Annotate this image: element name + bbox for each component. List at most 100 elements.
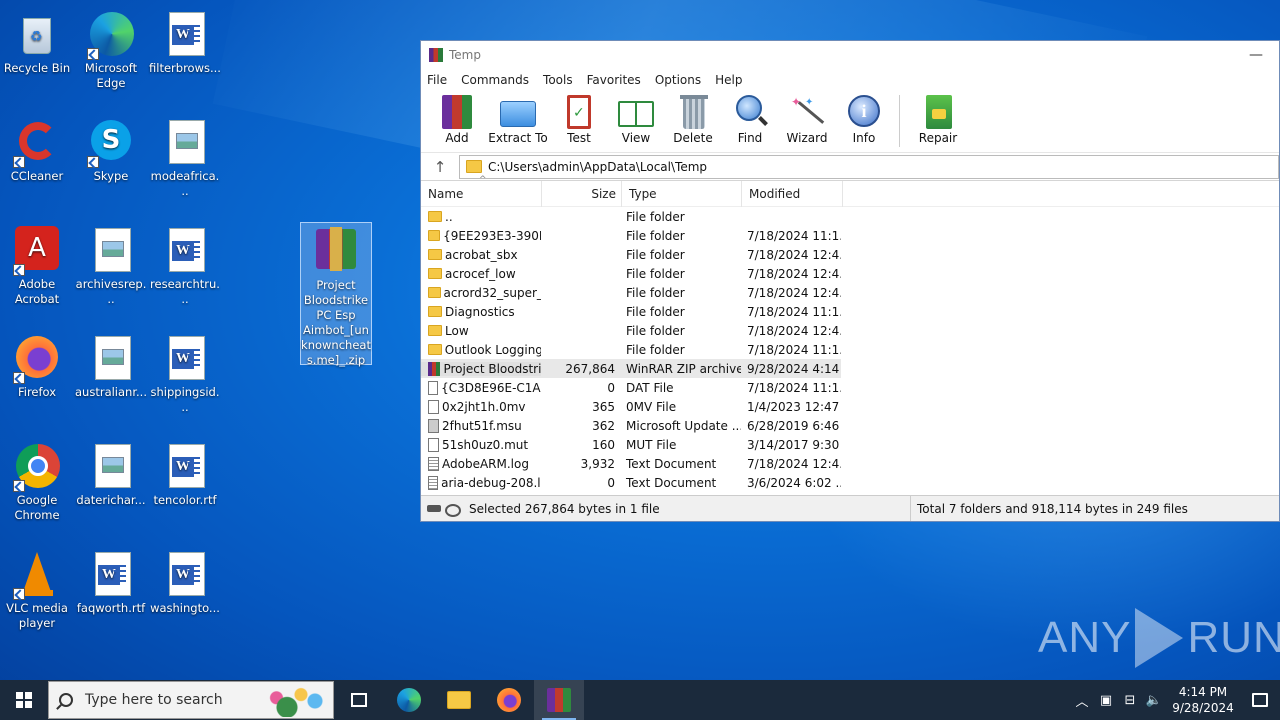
file-row[interactable]: {C3D8E96E-C1A... 0 DAT File 7/18/2024 11:1.… <box>421 378 1279 397</box>
file-row[interactable]: 51sh0uz0.mut 160 MUT File 3/14/2017 9:30 ..… <box>421 435 1279 454</box>
file-icon <box>428 399 439 414</box>
taskbar-edge-button[interactable] <box>384 680 434 720</box>
file-name-cell: acrord32_super_... <box>421 286 541 300</box>
clock[interactable]: 4:14 PM 9/28/2024 <box>1166 684 1240 716</box>
file-modified: 7/18/2024 12:4... <box>747 323 841 338</box>
find-magnifier-icon <box>732 95 768 129</box>
taskbar-file-explorer-button[interactable] <box>434 680 484 720</box>
adobe-acrobat-desktop-icon[interactable]: A Adobe Acrobat <box>1 222 73 307</box>
view-button[interactable]: View <box>608 91 664 145</box>
taskbar-firefox-button[interactable] <box>484 680 534 720</box>
firefox-icon <box>497 688 521 712</box>
winrar-icon <box>547 688 571 712</box>
watermark-right-text: RUN <box>1187 613 1280 662</box>
file-row[interactable]: Low File folder 7/18/2024 12:4... <box>421 321 1279 340</box>
file-row[interactable]: .. File folder <box>421 207 1279 226</box>
path-field[interactable]: C:\Users\admin\AppData\Local\Temp <box>459 154 1279 179</box>
sort-indicator-icon: ^ <box>479 175 487 185</box>
up-arrow-icon[interactable]: ↑ <box>421 158 459 176</box>
menu-favorites[interactable]: Favorites <box>587 73 641 87</box>
file-list-header: ^ Name Size Type Modified <box>421 175 1279 207</box>
extract-to-label: Extract To <box>488 131 548 145</box>
file-row[interactable]: {9EE293E3-390D... File folder 7/18/2024 11… <box>421 226 1279 245</box>
image-file-icon <box>87 226 135 274</box>
taskbar-winrar-button[interactable] <box>534 680 584 720</box>
recycle-bin-desktop-icon[interactable]: ♻ Recycle Bin <box>1 6 73 76</box>
notification-button[interactable] <box>1240 693 1280 707</box>
chevron-up-icon[interactable]: ︿ <box>1070 691 1094 710</box>
archivesrep-desktop-icon[interactable]: archivesrep... <box>75 222 147 307</box>
info-button[interactable]: i Info <box>836 91 892 145</box>
file-name: Low <box>445 323 469 338</box>
view-label: View <box>621 131 651 145</box>
file-modified: 9/28/2024 4:14 ... <box>747 361 841 376</box>
file-row[interactable]: Diagnostics File folder 7/18/2024 11:1... <box>421 302 1279 321</box>
minimize-button[interactable]: — <box>1233 47 1279 63</box>
menu-commands[interactable]: Commands <box>461 73 529 87</box>
australianr-desktop-icon[interactable]: australianr... <box>75 330 147 400</box>
menu-options[interactable]: Options <box>655 73 701 87</box>
faqworth-desktop-icon[interactable]: W faqworth.rtf <box>75 546 147 616</box>
file-row[interactable]: 2fhut51f.msu 362 Microsoft Update ... 6/28/… <box>421 416 1279 435</box>
windows-logo-icon <box>16 692 32 708</box>
skype-icon: S <box>87 118 135 168</box>
status-bar: Selected 267,864 bytes in 1 file Total 7… <box>421 495 1279 521</box>
file-type: 0MV File <box>626 399 677 414</box>
ccleaner-desktop-icon[interactable]: CCleaner <box>1 114 73 184</box>
delete-button[interactable]: Delete <box>665 91 721 145</box>
file-name: {C3D8E96E-C1A... <box>441 380 541 395</box>
file-name-cell: .. <box>421 210 541 224</box>
daterichar-desktop-icon[interactable]: daterichar... <box>75 438 147 508</box>
repair-button[interactable]: Repair <box>910 91 966 145</box>
file-row[interactable]: Outlook Logging File folder 7/18/2024 11:1… <box>421 340 1279 359</box>
file-row[interactable]: aria-debug-208.l... 0 Text Document 3/6/202… <box>421 473 1279 492</box>
firefox-desktop-icon[interactable]: Firefox <box>1 330 73 400</box>
toolbar-separator <box>899 95 900 147</box>
add-button[interactable]: Add <box>429 91 485 145</box>
file-row[interactable]: acrord32_super_... File folder 7/18/2024 1… <box>421 283 1279 302</box>
google-chrome-desktop-icon[interactable]: Google Chrome <box>1 438 73 523</box>
edge-desktop-icon[interactable]: Microsoft Edge <box>75 6 147 91</box>
volume-icon[interactable]: 🔈 <box>1142 693 1166 708</box>
title-bar[interactable]: Temp — <box>421 41 1279 69</box>
file-row[interactable]: acrobat_sbx File folder 7/18/2024 12:4... <box>421 245 1279 264</box>
task-view-button[interactable] <box>334 680 384 720</box>
column-type[interactable]: Type <box>622 180 742 207</box>
file-row[interactable]: Project Bloodstri... 267,864 WinRAR ZIP ar… <box>421 359 841 378</box>
column-modified[interactable]: Modified <box>742 180 843 207</box>
menu-help[interactable]: Help <box>715 73 742 87</box>
project-bloodstrike-zip-desktop-icon[interactable]: Project Bloodstrike PC Esp Aimbot_[unkno… <box>300 222 372 367</box>
column-size[interactable]: Size <box>542 180 622 207</box>
skype-desktop-icon[interactable]: S Skype <box>75 114 147 184</box>
file-row[interactable]: AdobeARM.log 3,932 Text Document 7/18/2024 … <box>421 454 1279 473</box>
menu-file[interactable]: File <box>427 73 447 87</box>
washingto-desktop-icon[interactable]: W washingto... <box>149 546 221 616</box>
word-document-icon: W <box>161 10 209 58</box>
file-size: 0 <box>607 380 615 395</box>
folder-icon <box>428 268 442 279</box>
researchtru-desktop-icon[interactable]: W researchtru... <box>149 222 221 307</box>
tencolor-desktop-icon[interactable]: W tencolor.rtf <box>149 438 221 508</box>
taskbar-search-box[interactable]: Type here to search <box>48 681 334 719</box>
shippingsid-desktop-icon[interactable]: W shippingsid... <box>149 330 221 415</box>
wizard-button[interactable]: ✦ ✦ Wizard <box>779 91 835 145</box>
start-button[interactable] <box>0 680 48 720</box>
word-document-icon: W <box>87 550 135 598</box>
menu-tools[interactable]: Tools <box>543 73 573 87</box>
modeafrica-desktop-icon[interactable]: modeafrica... <box>149 114 221 199</box>
find-button[interactable]: Find <box>722 91 778 145</box>
anyrun-watermark: ANY RUN <box>1038 608 1280 668</box>
file-row[interactable]: 0x2jht1h.0mv 365 0MV File 1/4/2023 12:47 ..… <box>421 397 1279 416</box>
meet-icon[interactable]: ▣ <box>1094 693 1118 708</box>
filterbrows-desktop-icon[interactable]: W filterbrows... <box>149 6 221 76</box>
test-button[interactable]: ✓ Test <box>551 91 607 145</box>
vlc-desktop-icon[interactable]: VLC media player <box>1 546 73 631</box>
extract-to-button[interactable]: Extract To <box>486 91 550 145</box>
image-file-icon <box>87 334 135 382</box>
image-file-icon <box>87 442 135 490</box>
desktop-icon-label: washingto... <box>150 601 220 615</box>
desktop-icon-label: modeafrica... <box>150 169 220 198</box>
file-name: Project Bloodstri... <box>443 361 541 376</box>
network-icon[interactable]: ⊟ <box>1118 693 1142 708</box>
file-row[interactable]: acrocef_low File folder 7/18/2024 12:4... <box>421 264 1279 283</box>
